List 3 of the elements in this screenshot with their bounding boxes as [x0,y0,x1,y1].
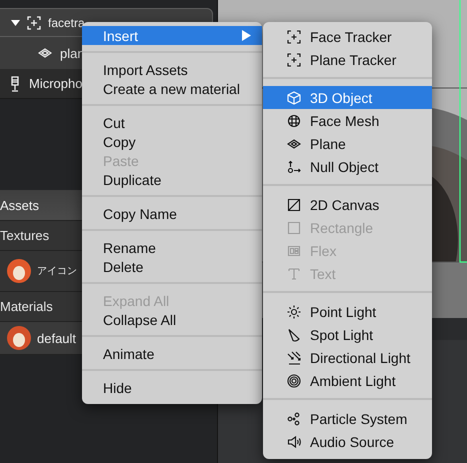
scene-item-label: facetra [48,16,85,30]
scene-item-label: Micropho [29,76,82,91]
assets-title: Assets [0,198,40,212]
